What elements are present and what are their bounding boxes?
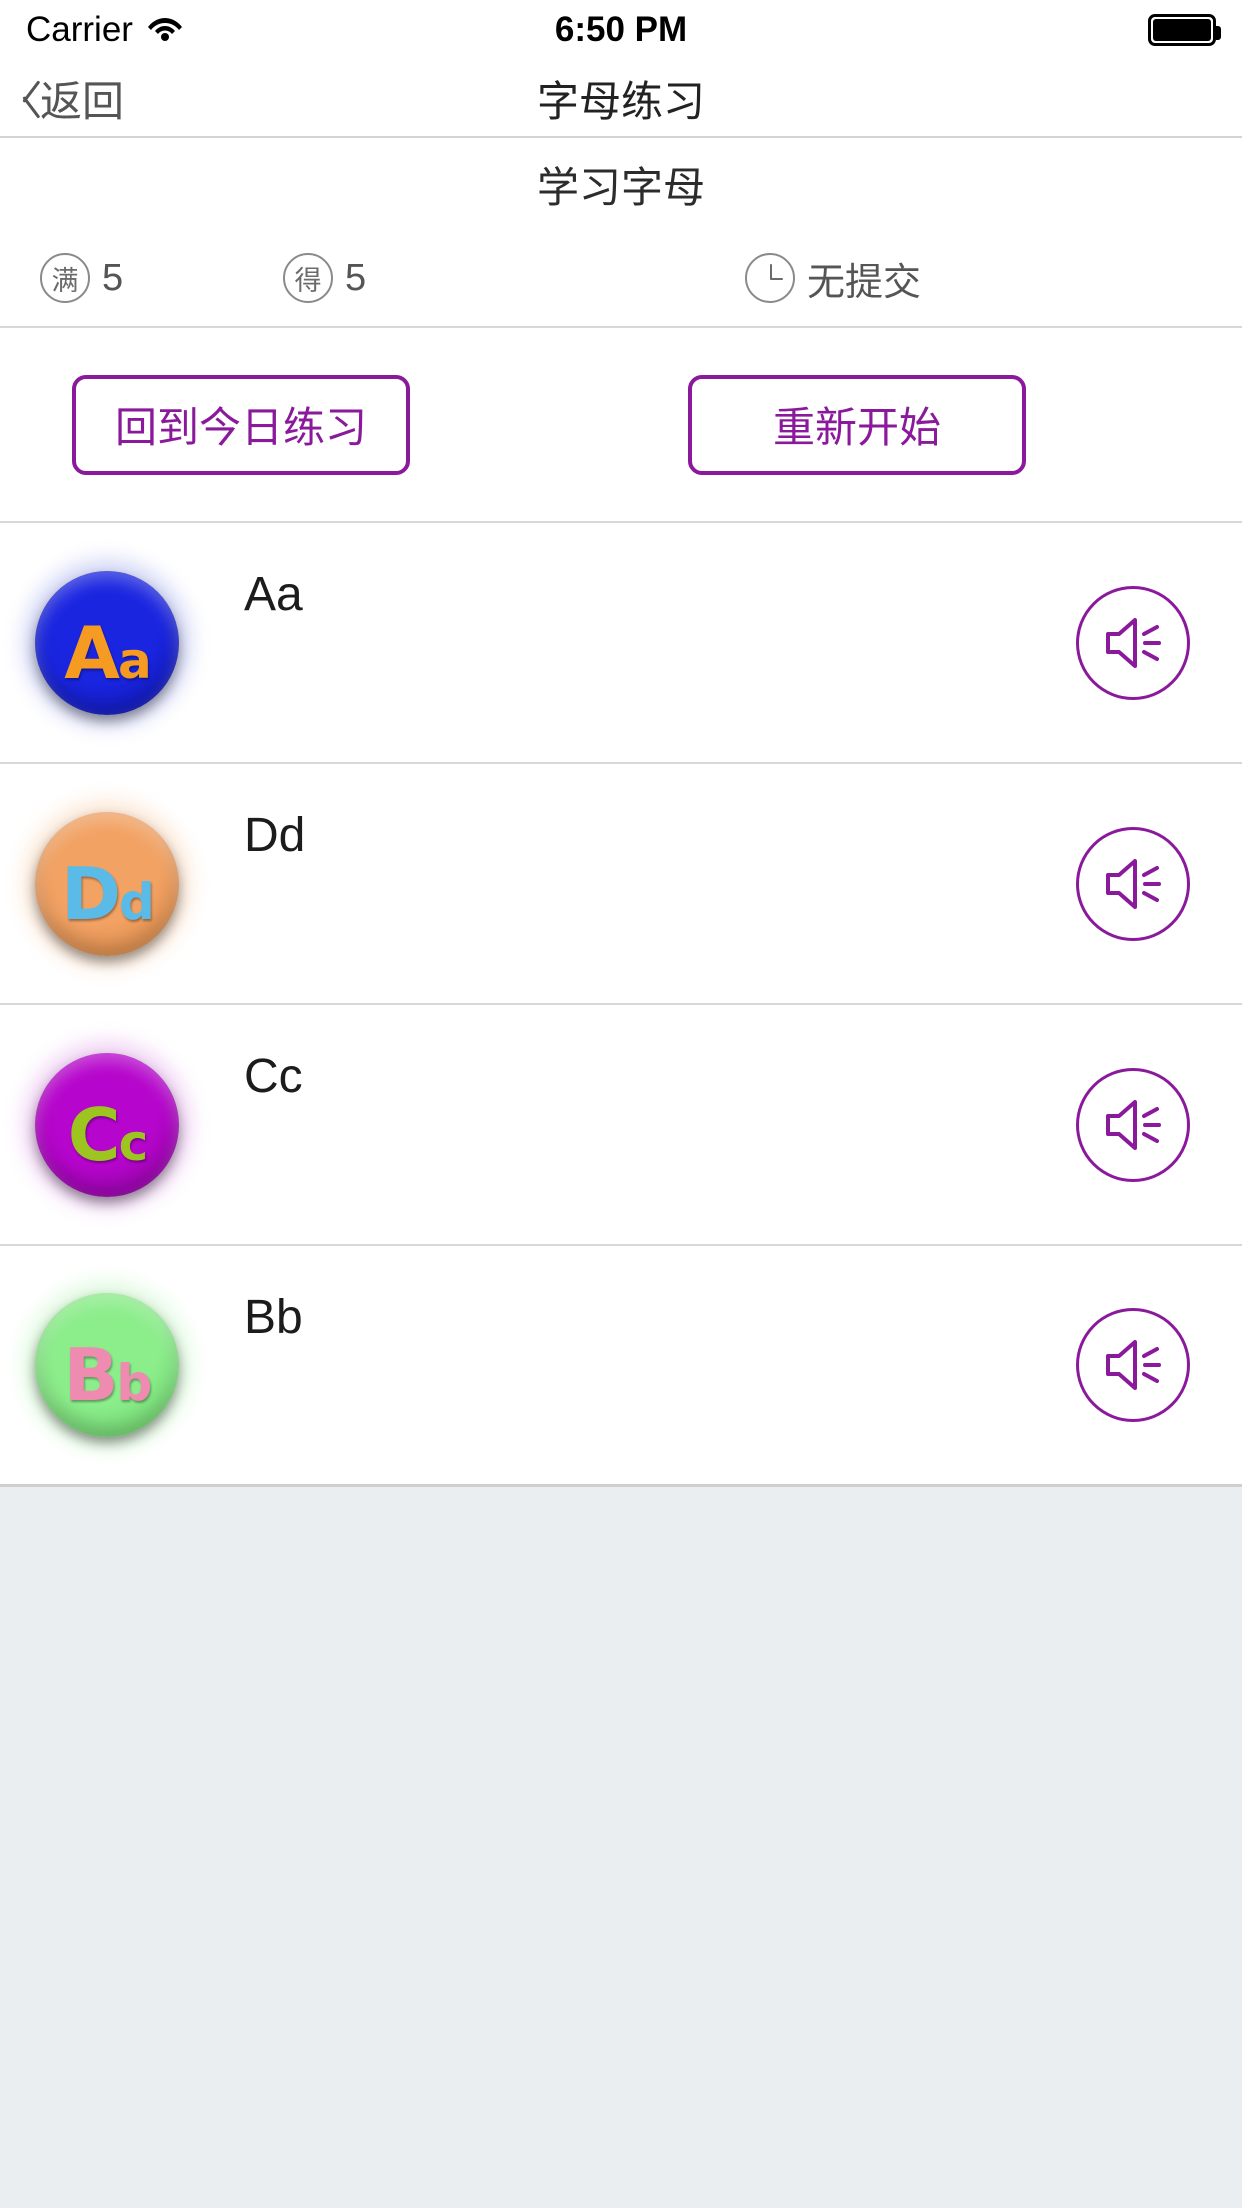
list-item-label: Cc <box>244 1050 303 1103</box>
back-to-today-practice-label: 回到今日练习 <box>114 404 367 451</box>
status-bar-right <box>1148 14 1221 46</box>
full-score-value: 5 <box>102 256 124 299</box>
speaker-icon[interactable] <box>1076 585 1190 700</box>
status-bar: Carrier 6:50 PM <box>0 0 1242 60</box>
avatar-circle: Bb <box>35 1293 179 1437</box>
stat-earned-score: 得 5 <box>283 253 366 303</box>
submission-status-value: 无提交 <box>807 261 922 304</box>
stat-full-score: 满 5 <box>40 253 123 303</box>
app-screen: Carrier 6:50 PM 返回 字母练习 学习字母 满 5 得 5 无提交… <box>0 0 1242 2208</box>
letter-list: Aa Aa Dd Dd Cc Cc Bb Bb <box>0 523 1242 1487</box>
speaker-icon[interactable] <box>1076 1308 1190 1422</box>
list-item[interactable]: Aa Aa <box>0 523 1242 764</box>
lesson-subtitle-band: 学习字母 <box>0 138 1242 230</box>
speaker-icon[interactable] <box>1076 826 1190 941</box>
avatar: Bb <box>22 1280 192 1450</box>
earned-score-badge-icon: 得 <box>283 253 333 303</box>
avatar: Cc <box>22 1039 192 1210</box>
list-item-label: Dd <box>244 809 306 862</box>
list-item[interactable]: Cc Cc <box>0 1005 1242 1246</box>
avatar: Dd <box>22 798 192 969</box>
page-title: 字母练习 <box>536 77 705 125</box>
avatar: Aa <box>22 557 192 728</box>
letter-artwork: Bb <box>63 1333 153 1417</box>
avatar-circle: Cc <box>35 1052 179 1197</box>
full-score-badge-icon: 满 <box>40 253 90 303</box>
list-item-label: Bb <box>244 1291 303 1344</box>
list-item[interactable]: Dd Dd <box>0 764 1242 1005</box>
speaker-icon[interactable] <box>1076 1067 1190 1182</box>
navigation-bar: 返回 字母练习 <box>0 60 1242 138</box>
restart-button[interactable]: 重新开始 <box>688 374 1026 475</box>
letter-artwork: Cc <box>67 1092 148 1177</box>
list-item[interactable]: Bb Bb <box>0 1246 1242 1487</box>
back-to-today-practice-button[interactable]: 回到今日练习 <box>72 374 410 475</box>
battery-full-icon <box>1148 14 1221 46</box>
clock-icon <box>745 253 795 303</box>
empty-area <box>0 1487 1242 1587</box>
lesson-subtitle: 学习字母 <box>536 163 705 211</box>
restart-label: 重新开始 <box>772 404 941 451</box>
earned-score-value: 5 <box>345 256 367 299</box>
list-item-label: Aa <box>244 568 303 621</box>
avatar-circle: Dd <box>35 811 179 956</box>
letter-artwork: Dd <box>61 851 155 936</box>
stats-row: 满 5 得 5 无提交 <box>0 230 1242 328</box>
avatar-circle: Aa <box>35 570 179 715</box>
status-time: 6:50 PM <box>554 10 688 49</box>
stat-submission-status: 无提交 <box>745 251 921 306</box>
action-buttons-band: 回到今日练习 重新开始 <box>0 328 1242 523</box>
letter-artwork: Aa <box>64 610 151 695</box>
